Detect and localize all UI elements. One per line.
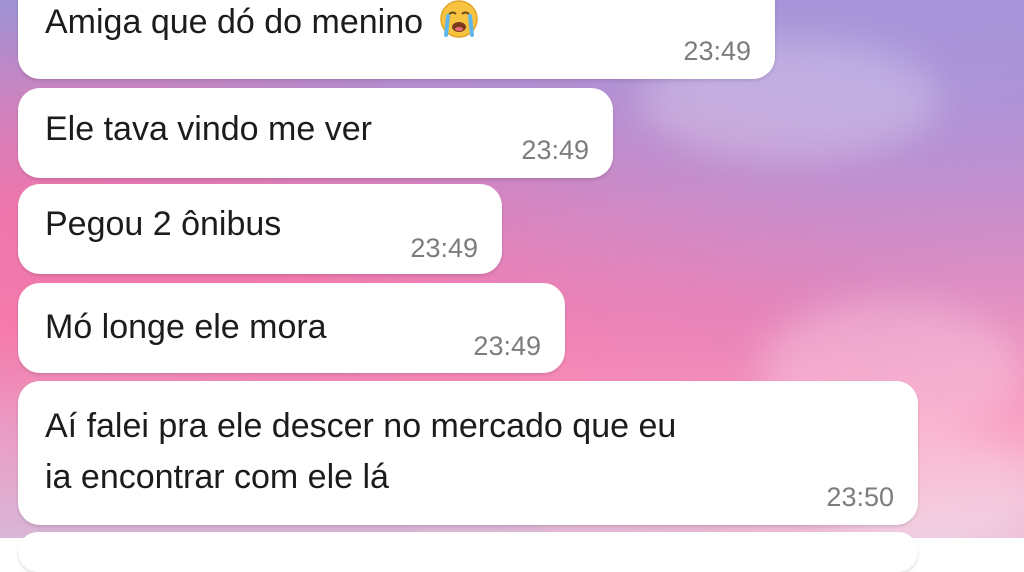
message-timestamp: 23:49 xyxy=(521,135,589,165)
message-timestamp: 23:49 xyxy=(683,36,751,66)
message-bubble[interactable]: Pegou 2 ônibus 23:49 xyxy=(18,184,502,274)
loudly-crying-face-icon xyxy=(439,0,479,39)
message-timestamp: 23:50 xyxy=(826,482,894,512)
message-timestamp: 23:49 xyxy=(410,233,478,263)
message-text: Ele tava vindo me ver xyxy=(45,110,372,148)
message-bubble[interactable]: Amiga que dó do menino 23:49 xyxy=(18,0,775,79)
message-bubble[interactable]: Mó longe ele mora 23:49 xyxy=(18,283,565,373)
message-text-line: ia encontrar com ele lá xyxy=(45,458,389,496)
message-text: Amiga que dó do menino xyxy=(45,0,479,45)
message-bubble-partial xyxy=(18,532,918,572)
message-bubble[interactable]: Aí falei pra ele descer no mercado que e… xyxy=(18,381,918,525)
message-text: Pegou 2 ônibus xyxy=(45,205,282,243)
message-bubble[interactable]: Ele tava vindo me ver 23:49 xyxy=(18,88,613,178)
message-text-content: Amiga que dó do menino xyxy=(45,3,424,41)
message-text: Mó longe ele mora xyxy=(45,308,327,346)
message-timestamp: 23:49 xyxy=(473,331,541,361)
message-text-line: Aí falei pra ele descer no mercado que e… xyxy=(45,407,677,445)
